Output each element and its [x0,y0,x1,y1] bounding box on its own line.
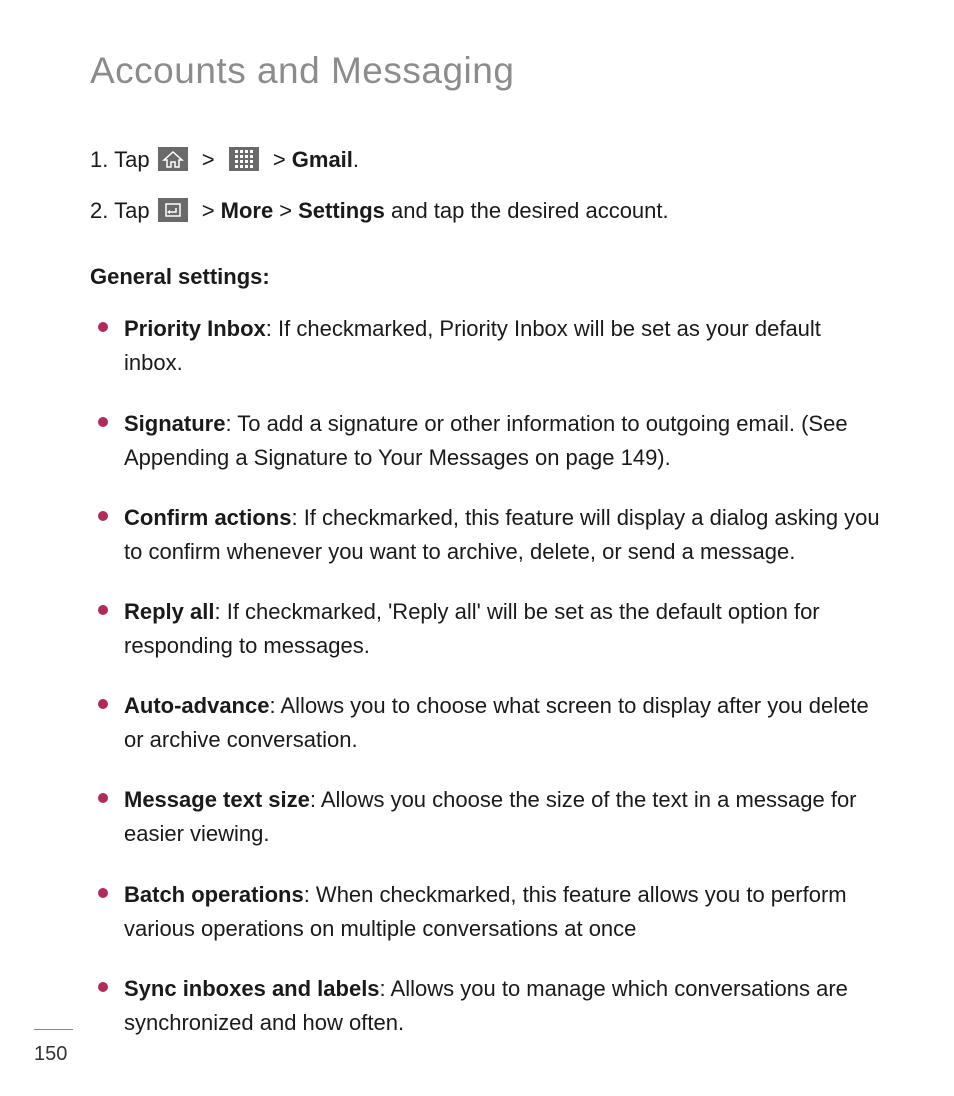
bullet-description: : If checkmarked, 'Reply all' will be se… [124,599,820,658]
apps-grid-icon [229,147,259,171]
breadcrumb-separator: > [202,198,215,223]
bullet-label: Sync inboxes and labels [124,976,380,1001]
breadcrumb-separator: > [202,147,215,172]
breadcrumb-separator: > [273,147,286,172]
bullet-label: Batch operations [124,882,304,907]
bullet-label: Signature [124,411,225,436]
page-number: 150 [34,1043,67,1066]
step-bold-label: Settings [298,198,385,223]
menu-return-icon [158,198,188,222]
settings-bullet-item: Confirm actions: If checkmarked, this fe… [90,501,884,569]
step-number: 1. [90,147,108,172]
bullet-label: Priority Inbox [124,316,266,341]
settings-bullet-item: Sync inboxes and labels: Allows you to m… [90,972,884,1040]
step-item: 2. Tap >More>Settings and tap the desire… [90,193,884,228]
page-title: Accounts and Messaging [90,50,884,92]
steps-list: 1. Tap > >Gmail.2. Tap >More>Settings an… [90,142,884,228]
step-lead-text: Tap [114,198,156,223]
bullet-label: Auto-advance [124,693,269,718]
step-lead-text: Tap [114,147,156,172]
bullet-description: : To add a signature or other informatio… [124,411,848,470]
step-text: and tap the desired account. [385,198,669,223]
general-settings-heading: General settings: [90,264,884,290]
bullet-label: Reply all [124,599,214,624]
settings-bullet-item: Message text size: Allows you choose the… [90,783,884,851]
breadcrumb-separator: > [279,198,292,223]
manual-page: Accounts and Messaging 1. Tap > >Gmail.2… [0,0,954,1096]
bullet-label: Confirm actions [124,505,291,530]
step-bold-label: More [221,198,274,223]
settings-bullet-item: Priority Inbox: If checkmarked, Priority… [90,312,884,380]
step-text: . [353,147,359,172]
home-icon [158,147,188,171]
step-item: 1. Tap > >Gmail. [90,142,884,177]
settings-bullet-list: Priority Inbox: If checkmarked, Priority… [90,312,884,1040]
settings-bullet-item: Reply all: If checkmarked, 'Reply all' w… [90,595,884,663]
settings-bullet-item: Auto-advance: Allows you to choose what … [90,689,884,757]
step-bold-label: Gmail [292,147,353,172]
step-number: 2. [90,198,108,223]
settings-bullet-item: Signature: To add a signature or other i… [90,407,884,475]
bullet-label: Message text size [124,787,310,812]
settings-bullet-item: Batch operations: When checkmarked, this… [90,878,884,946]
